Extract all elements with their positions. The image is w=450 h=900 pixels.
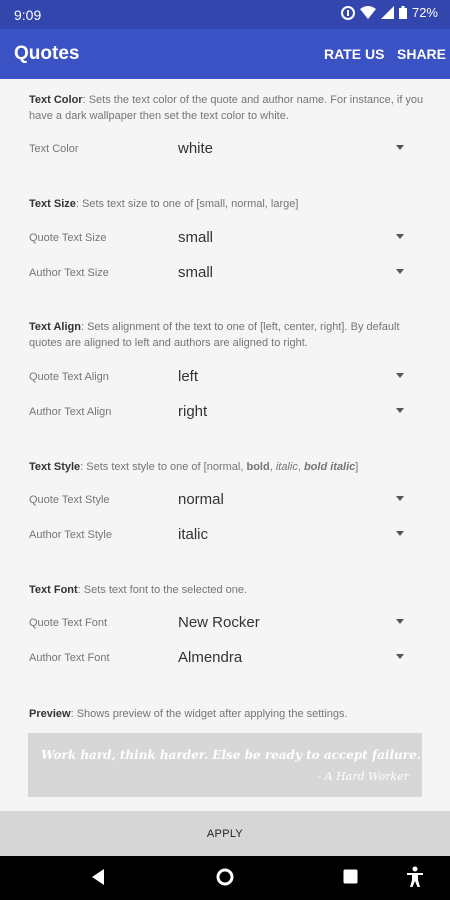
style-option-bold: bold	[246, 461, 270, 473]
chevron-down-icon[interactable]	[396, 373, 404, 378]
preview-title: Preview	[29, 708, 71, 720]
app-title: Quotes	[14, 43, 80, 64]
text-color-title: Text Color	[29, 94, 83, 106]
quote-text-font-label: Quote Text Font	[29, 617, 108, 629]
style-option-bold-italic: bold italic	[303, 461, 356, 473]
chevron-down-icon[interactable]	[396, 269, 404, 274]
share-button[interactable]: SHARE	[397, 46, 446, 62]
recents-icon[interactable]	[343, 869, 358, 884]
author-text-size-label: Author Text Size	[29, 267, 109, 279]
preview-author: - A Hard Worker	[317, 770, 409, 783]
app-bar: Quotes RATE US SHARE	[0, 29, 450, 79]
status-time: 9:09	[14, 7, 42, 23]
text-style-desc-pre: : Sets text style to one of [normal,	[80, 461, 247, 473]
navigation-bar	[0, 856, 450, 900]
chevron-down-icon[interactable]	[396, 654, 404, 659]
status-icons: 72%	[340, 5, 438, 20]
signal-icon	[380, 6, 394, 19]
text-size-description: Text Size: Sets text size to one of [sma…	[29, 196, 424, 212]
data-saver-icon	[340, 5, 355, 20]
author-text-align-dropdown[interactable]: right	[178, 403, 207, 420]
text-style-title: Text Style	[29, 461, 81, 473]
text-color-description: Text Color: Sets the text color of the q…	[29, 92, 424, 124]
accessibility-icon[interactable]	[406, 866, 424, 888]
text-font-description: Text Font: Sets text font to the selecte…	[29, 582, 424, 598]
text-size-title: Text Size	[29, 198, 76, 210]
quote-text-align-dropdown[interactable]: left	[178, 368, 198, 385]
text-align-title: Text Align	[29, 321, 81, 333]
text-size-desc-text: : Sets text size to one of [small, norma…	[75, 198, 299, 210]
style-option-italic: italic	[275, 461, 298, 473]
status-bar: 9:09 72%	[0, 0, 450, 29]
quote-text-style-dropdown[interactable]: normal	[178, 491, 224, 508]
text-style-description: Text Style: Sets text style to one of [n…	[29, 459, 424, 475]
text-font-desc-text: : Sets text font to the selected one.	[77, 584, 248, 596]
apply-bar: APPLY	[0, 811, 450, 856]
author-text-align-label: Author Text Align	[29, 406, 112, 418]
author-text-style-label: Author Text Style	[29, 529, 112, 541]
text-align-description: Text Align: Sets alignment of the text t…	[29, 319, 424, 351]
rate-us-button[interactable]: RATE US	[324, 46, 384, 62]
text-color-dropdown[interactable]: white	[178, 140, 213, 157]
wifi-icon	[359, 6, 376, 19]
widget-preview: Work hard, think harder. Else be ready t…	[28, 733, 422, 797]
author-text-font-label: Author Text Font	[29, 652, 110, 664]
preview-desc-text: : Shows preview of the widget after appl…	[70, 708, 348, 720]
text-align-desc-text: : Sets alignment of the text to one of […	[29, 321, 400, 349]
quote-text-font-dropdown[interactable]: New Rocker	[178, 614, 260, 631]
preview-quote: Work hard, think harder. Else be ready t…	[41, 748, 421, 762]
chevron-down-icon[interactable]	[396, 496, 404, 501]
apply-button[interactable]: APPLY	[0, 811, 450, 856]
text-color-label: Text Color	[29, 143, 79, 155]
settings-content: Text Color: Sets the text color of the q…	[0, 79, 450, 811]
quote-text-size-label: Quote Text Size	[29, 232, 107, 244]
author-text-style-dropdown[interactable]: italic	[178, 526, 208, 543]
chevron-down-icon[interactable]	[396, 145, 404, 150]
battery-percent: 72%	[411, 5, 438, 20]
author-text-font-dropdown[interactable]: Almendra	[178, 649, 242, 666]
chevron-down-icon[interactable]	[396, 234, 404, 239]
chevron-down-icon[interactable]	[396, 408, 404, 413]
text-color-desc-text: : Sets the text color of the quote and a…	[29, 94, 424, 122]
battery-icon	[398, 6, 407, 19]
quote-text-style-label: Quote Text Style	[29, 494, 110, 506]
quote-text-align-label: Quote Text Align	[29, 371, 109, 383]
quote-text-size-dropdown[interactable]: small	[178, 229, 213, 246]
author-text-size-dropdown[interactable]: small	[178, 264, 213, 281]
back-icon[interactable]	[91, 868, 105, 886]
chevron-down-icon[interactable]	[396, 619, 404, 624]
chevron-down-icon[interactable]	[396, 531, 404, 536]
home-icon[interactable]	[216, 868, 234, 886]
text-style-desc-post: ]	[355, 461, 359, 473]
preview-description: Preview: Shows preview of the widget aft…	[29, 706, 424, 722]
text-font-title: Text Font	[29, 584, 78, 596]
